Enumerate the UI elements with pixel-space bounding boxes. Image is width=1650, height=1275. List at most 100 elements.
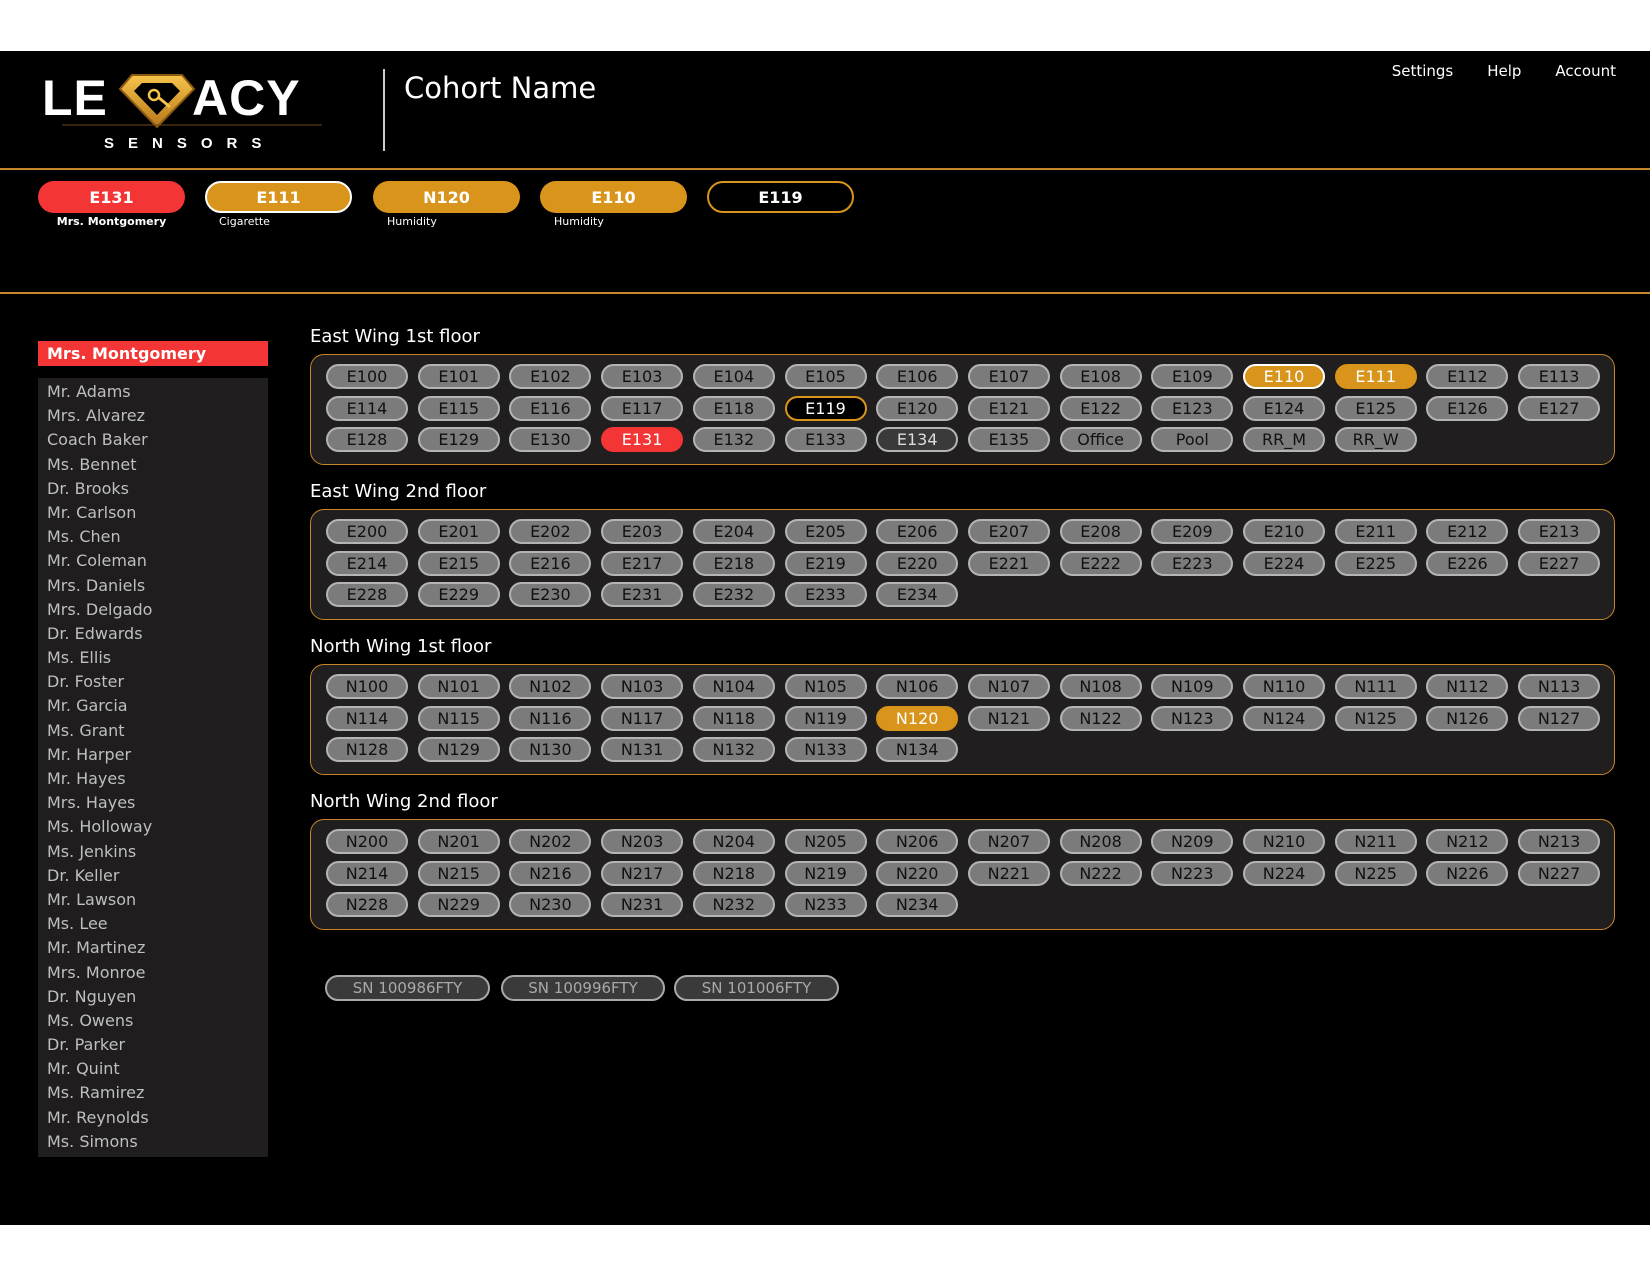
room-button[interactable]: E219 <box>784 550 867 576</box>
room-button[interactable]: N100 <box>326 674 408 699</box>
room-button[interactable]: E201 <box>417 519 500 544</box>
room-button[interactable]: E124 <box>1243 395 1325 421</box>
sidebar-person-item[interactable]: Mr. Coleman <box>38 549 268 573</box>
room-button[interactable]: N126 <box>1426 705 1509 731</box>
room-button[interactable]: N231 <box>601 892 684 918</box>
room-button[interactable]: E111 <box>1334 364 1417 389</box>
room-button[interactable]: N212 <box>1426 829 1509 854</box>
room-button[interactable]: N114 <box>326 705 408 731</box>
room-button[interactable]: N117 <box>601 705 684 731</box>
room-button[interactable]: N115 <box>417 705 500 731</box>
room-button[interactable]: N203 <box>601 829 684 854</box>
sidebar-person-item[interactable]: Mr. Hayes <box>38 767 268 791</box>
room-button[interactable]: E131 <box>601 427 684 453</box>
sidebar-person-item[interactable]: Dr. Keller <box>38 864 268 888</box>
sidebar-person-item[interactable]: Ms. Holloway <box>38 815 268 839</box>
room-button[interactable]: E103 <box>601 364 684 389</box>
sidebar-person-item[interactable]: Mr. Lawson <box>38 888 268 912</box>
room-button[interactable]: E216 <box>509 550 592 576</box>
room-button[interactable]: N121 <box>967 705 1050 731</box>
sidebar-person-item[interactable]: Mrs. Monroe <box>38 961 268 985</box>
room-button[interactable]: N227 <box>1518 860 1601 886</box>
room-button[interactable]: N103 <box>601 674 684 699</box>
room-button[interactable]: N202 <box>509 829 592 854</box>
room-button[interactable]: E134 <box>876 427 959 453</box>
room-button[interactable]: E218 <box>692 550 775 576</box>
room-button[interactable]: E210 <box>1243 519 1325 544</box>
room-button[interactable]: N127 <box>1518 705 1601 731</box>
room-button[interactable]: N213 <box>1518 829 1601 854</box>
room-button[interactable]: N119 <box>784 705 867 731</box>
room-button[interactable]: E206 <box>876 519 959 544</box>
room-button[interactable]: N129 <box>417 737 500 763</box>
room-button[interactable]: E227 <box>1518 550 1601 576</box>
room-button[interactable]: N224 <box>1243 860 1325 886</box>
room-button[interactable]: N104 <box>692 674 775 699</box>
alert-pill[interactable]: E110 <box>540 181 687 213</box>
room-button[interactable]: N211 <box>1334 829 1417 854</box>
room-button[interactable]: N116 <box>509 705 592 731</box>
room-button[interactable]: E119 <box>784 395 867 421</box>
room-button[interactable]: N200 <box>326 829 408 854</box>
room-button[interactable]: E203 <box>601 519 684 544</box>
room-button[interactable]: N233 <box>784 892 867 918</box>
room-button[interactable]: E101 <box>417 364 500 389</box>
room-button[interactable]: E106 <box>876 364 959 389</box>
room-button[interactable]: N215 <box>417 860 500 886</box>
room-button[interactable]: E221 <box>967 550 1050 576</box>
room-button[interactable]: E204 <box>692 519 775 544</box>
room-button[interactable]: N209 <box>1151 829 1234 854</box>
sidebar-person-item[interactable]: Mrs. Alvarez <box>38 404 268 428</box>
room-button[interactable]: E202 <box>509 519 592 544</box>
sidebar-person-item[interactable]: Mr. Carlson <box>38 501 268 525</box>
sidebar-person-item[interactable]: Dr. Brooks <box>38 477 268 501</box>
sidebar-person-item[interactable]: Mr. Adams <box>38 380 268 404</box>
room-button[interactable]: E228 <box>326 582 408 608</box>
room-button[interactable]: RR_M <box>1243 427 1325 453</box>
room-button[interactable]: E224 <box>1243 550 1325 576</box>
sidebar-person-item[interactable]: Mrs. Hayes <box>38 791 268 815</box>
room-button[interactable]: N128 <box>326 737 408 763</box>
room-button[interactable]: E126 <box>1426 395 1509 421</box>
room-button[interactable]: Office <box>1059 427 1142 453</box>
room-button[interactable]: N232 <box>692 892 775 918</box>
alert-pill[interactable]: E131 <box>38 181 185 213</box>
sidebar-person-item[interactable]: Mrs. Daniels <box>38 574 268 598</box>
room-button[interactable]: E108 <box>1059 364 1142 389</box>
room-button[interactable]: E112 <box>1426 364 1509 389</box>
room-button[interactable]: E217 <box>601 550 684 576</box>
room-button[interactable]: N106 <box>876 674 959 699</box>
room-button[interactable]: N214 <box>326 860 408 886</box>
room-button[interactable]: N217 <box>601 860 684 886</box>
room-button[interactable]: Pool <box>1151 427 1234 453</box>
room-button[interactable]: E115 <box>417 395 500 421</box>
room-button[interactable]: N107 <box>967 674 1050 699</box>
room-button[interactable]: N125 <box>1334 705 1417 731</box>
room-button[interactable]: RR_W <box>1334 427 1417 453</box>
room-button[interactable]: N207 <box>967 829 1050 854</box>
room-button[interactable]: E230 <box>509 582 592 608</box>
room-button[interactable]: N134 <box>876 737 959 763</box>
sensor-serial-button[interactable]: SN 101006FTY <box>674 975 839 1001</box>
sidebar-person-item[interactable]: Mr. Reynolds <box>38 1106 268 1130</box>
room-button[interactable]: N110 <box>1243 674 1325 699</box>
room-button[interactable]: N111 <box>1334 674 1417 699</box>
room-button[interactable]: E110 <box>1243 364 1325 389</box>
room-button[interactable]: E212 <box>1426 519 1509 544</box>
sidebar-selected-person[interactable]: Mrs. Montgomery <box>38 341 268 366</box>
room-button[interactable]: N122 <box>1059 705 1142 731</box>
room-button[interactable]: E233 <box>784 582 867 608</box>
room-button[interactable]: E200 <box>326 519 408 544</box>
alert-pill[interactable]: E111 <box>205 181 352 213</box>
room-button[interactable]: E107 <box>967 364 1050 389</box>
room-button[interactable]: N105 <box>784 674 867 699</box>
room-button[interactable]: N229 <box>417 892 500 918</box>
room-button[interactable]: N118 <box>692 705 775 731</box>
room-button[interactable]: E122 <box>1059 395 1142 421</box>
room-button[interactable]: N216 <box>509 860 592 886</box>
room-button[interactable]: E213 <box>1518 519 1601 544</box>
room-button[interactable]: N218 <box>692 860 775 886</box>
sidebar-person-item[interactable]: Ms. Ellis <box>38 646 268 670</box>
room-button[interactable]: E114 <box>326 395 408 421</box>
room-button[interactable]: N131 <box>601 737 684 763</box>
